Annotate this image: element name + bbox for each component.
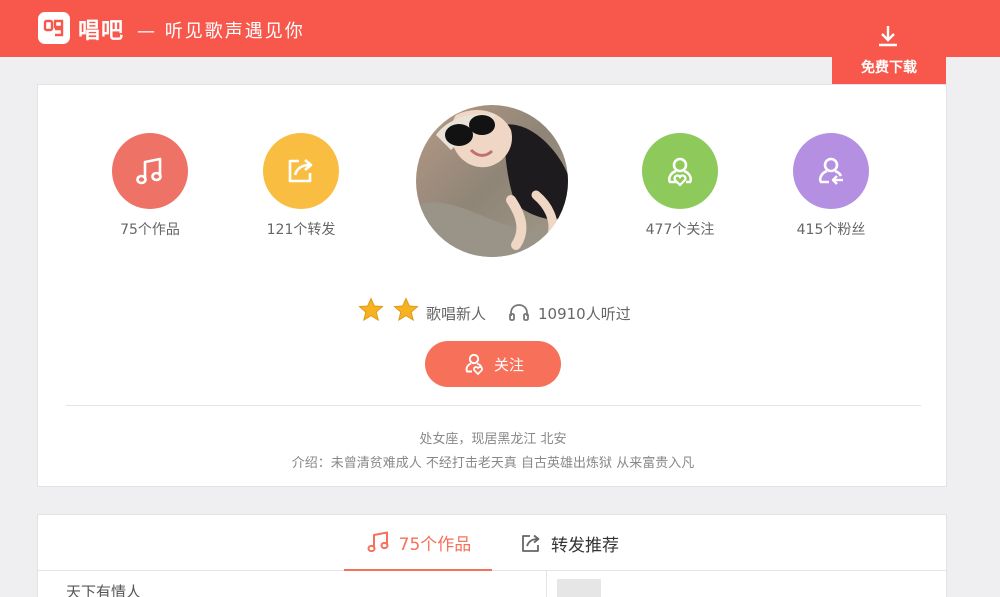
download-label: 免费下载 <box>861 60 917 76</box>
tab-works[interactable]: 75个作品 <box>344 515 492 571</box>
download-icon <box>877 24 899 52</box>
level-row: 歌唱新人 10910人听过 <box>38 297 948 327</box>
stat-works[interactable]: 75个作品 <box>90 133 210 239</box>
star-icon <box>393 297 419 327</box>
follow-user-icon <box>462 352 486 376</box>
level-label: 歌唱新人 <box>426 305 487 323</box>
avatar[interactable] <box>416 105 568 257</box>
location-text: 处女座，现居黑龙江 北安 <box>419 432 567 447</box>
fans-user-icon <box>793 133 869 209</box>
works-card: 75个作品 转发推荐 天下有情人 <box>37 514 948 597</box>
stat-works-label: 75个作品 <box>120 222 180 238</box>
tab-reposts[interactable]: 转发推荐 <box>519 515 639 571</box>
tab-works-label: 75个作品 <box>398 534 472 555</box>
stat-fans-label: 415个粉丝 <box>796 222 866 238</box>
heart-user-icon <box>642 133 718 209</box>
headphone-icon <box>508 302 530 326</box>
tab-bar: 75个作品 转发推荐 <box>38 515 948 571</box>
song-thumbnail[interactable] <box>557 579 601 597</box>
star-icon <box>358 297 384 327</box>
logo-name[interactable]: 唱吧 <box>78 13 124 45</box>
share-icon <box>263 133 339 209</box>
song-title[interactable]: 天下有情人 <box>66 581 141 597</box>
stat-fans[interactable]: 415个粉丝 <box>771 133 891 239</box>
stat-following[interactable]: 477个关注 <box>620 133 740 239</box>
follow-button-label: 关注 <box>493 355 524 374</box>
logo-icon[interactable] <box>38 12 70 44</box>
tab-reposts-label: 转发推荐 <box>551 535 619 556</box>
stat-reposts-label: 121个转发 <box>266 222 336 238</box>
follow-button[interactable]: 关注 <box>425 341 561 387</box>
slogan: — 听见歌声遇见你 <box>137 21 305 42</box>
music-note-icon <box>365 529 391 555</box>
divider <box>66 405 921 406</box>
stat-reposts[interactable]: 121个转发 <box>241 133 361 239</box>
stat-following-label: 477个关注 <box>645 222 715 238</box>
works-list: 天下有情人 <box>38 571 948 597</box>
music-note-icon <box>112 133 188 209</box>
intro-text: 介绍：未曾清贫难成人 不经打击老天真 自古英雄出炼狱 从来富贵入凡 <box>291 456 695 471</box>
listen-count: 10910人听过 <box>538 305 631 323</box>
column-divider <box>546 571 547 597</box>
profile-card: 75个作品 121个转发 477个关注 415个粉丝 歌唱新人 10910人听过… <box>37 84 947 487</box>
share-icon <box>519 531 543 555</box>
